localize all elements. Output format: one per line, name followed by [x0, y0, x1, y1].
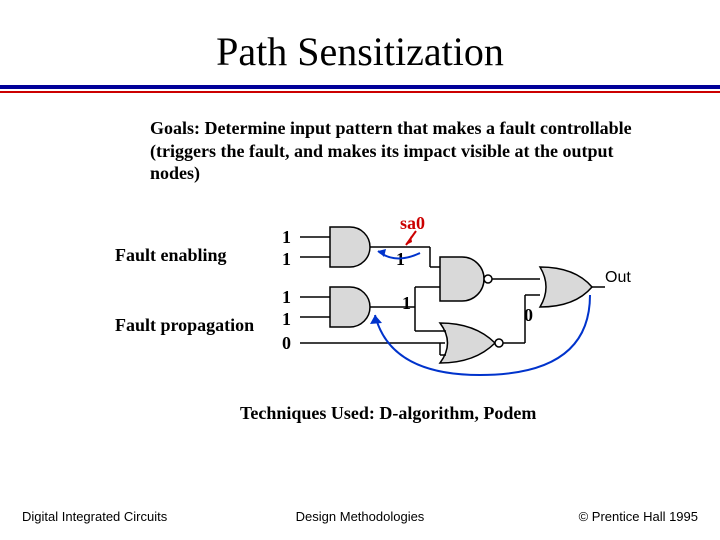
circuit-diagram: Fault enabling Fault propagation 1 1 1 1…	[0, 205, 720, 395]
signal-in0: 1	[282, 227, 291, 248]
goals-text: Goals: Determine input pattern that make…	[150, 117, 640, 185]
slide-title: Path Sensitization	[0, 0, 720, 85]
techniques-text: Techniques Used: D-algorithm, Podem	[240, 403, 720, 424]
footer-right: © Prentice Hall 1995	[579, 509, 698, 524]
title-rule	[0, 85, 720, 93]
signal-in4: 0	[282, 333, 291, 354]
signal-in3: 1	[282, 309, 291, 330]
fault-enabling-label: Fault enabling	[115, 245, 227, 266]
circuit-svg	[300, 215, 610, 385]
signal-in2: 1	[282, 287, 291, 308]
fault-propagation-label: Fault propagation	[115, 315, 254, 336]
signal-in1: 1	[282, 249, 291, 270]
